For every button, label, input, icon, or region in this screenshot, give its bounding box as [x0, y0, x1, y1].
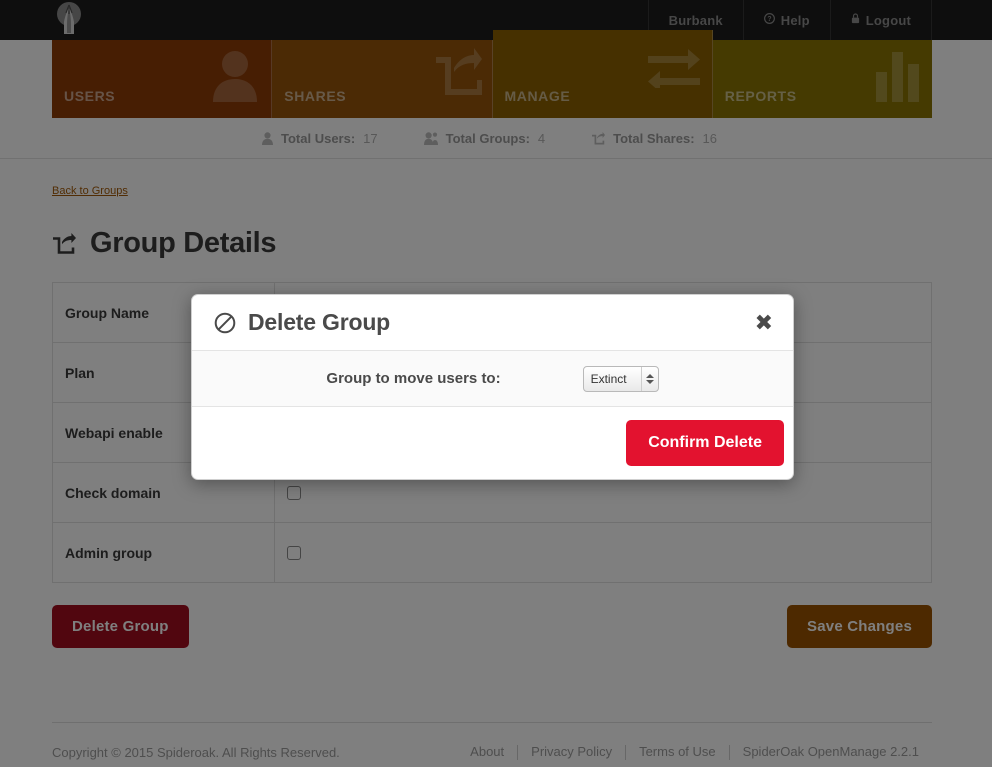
stepper-arrows-icon[interactable]: [640, 366, 658, 391]
caret-up-icon: [645, 373, 654, 378]
ban-icon: [214, 312, 236, 334]
modal-title: Delete Group: [248, 309, 391, 335]
delete-group-modal: Delete Group ✖ Group to move users to: E…: [191, 294, 794, 480]
group-to-move-users-label: Group to move users to:: [326, 370, 501, 387]
caret-down-icon: [645, 379, 654, 384]
modal-body: Group to move users to: Extinct: [192, 351, 793, 407]
group-to-move-users-select[interactable]: Extinct: [582, 365, 659, 392]
modal-footer: Confirm Delete: [192, 407, 793, 479]
select-value: Extinct: [590, 371, 627, 386]
modal-header: Delete Group ✖: [192, 295, 793, 351]
confirm-delete-button[interactable]: Confirm Delete: [626, 420, 784, 466]
close-icon[interactable]: ✖: [755, 311, 773, 334]
